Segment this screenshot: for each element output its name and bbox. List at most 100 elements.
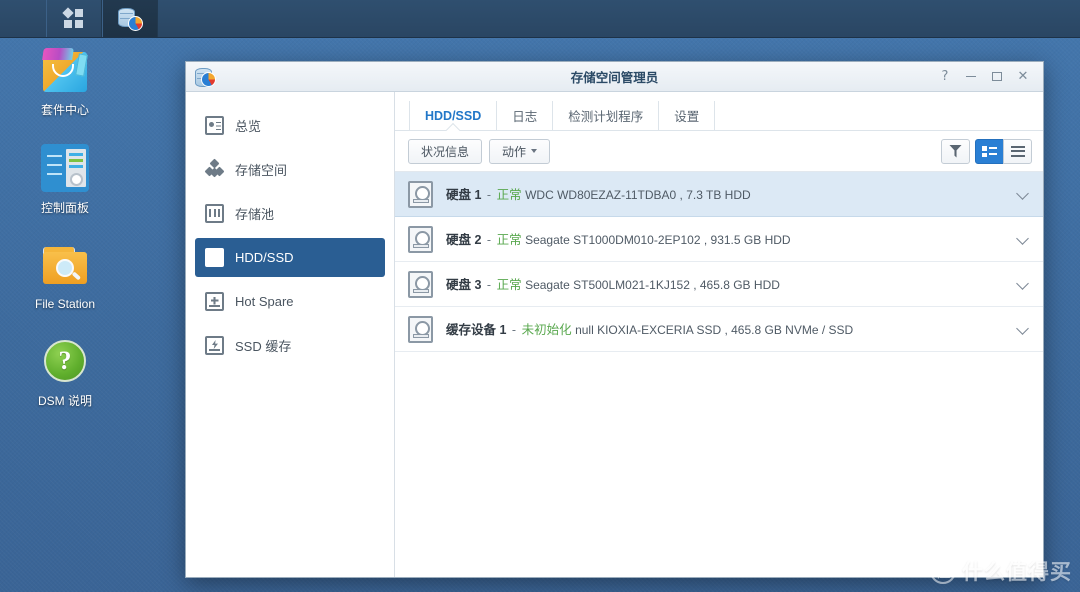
disk-name: 硬盘 1 bbox=[446, 188, 482, 202]
hdd-drive-icon bbox=[408, 180, 433, 208]
action-button[interactable]: 动作 bbox=[489, 138, 551, 164]
chevron-down-icon bbox=[531, 149, 538, 153]
desktop-icon-dsm-help[interactable]: ? DSM 说明 bbox=[0, 337, 130, 409]
chevron-down-icon[interactable] bbox=[1017, 233, 1029, 245]
content-area: HDD/SSD 日志 检测计划程序 设置 状况信息 动作 硬盘 1 - 正常 W… bbox=[395, 92, 1043, 577]
sidebar-item-label: Hot Spare bbox=[235, 294, 294, 309]
taskbar-app-storage-manager[interactable] bbox=[102, 0, 158, 37]
sidebar-item-label: HDD/SSD bbox=[235, 250, 294, 265]
desktop-icon-label: DSM 说明 bbox=[37, 394, 92, 408]
status-badge: 正常 bbox=[496, 278, 522, 292]
health-info-button[interactable]: 状况信息 bbox=[408, 138, 483, 164]
taskbar-left-spacer bbox=[0, 0, 46, 37]
list-compact-icon bbox=[1010, 145, 1025, 157]
maximize-button[interactable] bbox=[985, 66, 1009, 88]
status-badge: 未初始化 bbox=[521, 323, 572, 337]
desktop-icon-list: 套件中心 控制面板 File Station ? DSM 说明 bbox=[0, 46, 130, 435]
action-label: 动作 bbox=[502, 144, 527, 159]
storage-manager-icon bbox=[117, 7, 143, 31]
desktop-icon-label: File Station bbox=[34, 297, 96, 311]
hdd-drive-icon bbox=[408, 270, 433, 298]
disk-title-line: 硬盘 1 - 正常 bbox=[446, 188, 525, 202]
window-titlebar[interactable]: 存储空间管理员 ? ✕ bbox=[186, 62, 1043, 92]
tab-scheduler[interactable]: 检测计划程序 bbox=[553, 101, 660, 130]
taskbar bbox=[0, 0, 1080, 38]
filter-icon bbox=[949, 144, 962, 158]
hotspare-icon bbox=[205, 292, 224, 311]
file-station-icon bbox=[41, 242, 89, 290]
disk-list: 硬盘 1 - 正常 WDC WD80EZAZ-11TDBA0 , 7.3 TB … bbox=[395, 171, 1043, 577]
disk-details: Seagate ST1000DM010-2EP102 , 931.5 GB HD… bbox=[525, 233, 791, 247]
disk-text: 硬盘 3 - 正常 Seagate ST500LM021-1KJ152 , 46… bbox=[446, 274, 1007, 294]
sidebar-item-label: SSD 缓存 bbox=[235, 339, 292, 354]
disk-text: 硬盘 1 - 正常 WDC WD80EZAZ-11TDBA0 , 7.3 TB … bbox=[446, 184, 1007, 204]
desktop-icon-file-station[interactable]: File Station bbox=[0, 242, 130, 311]
table-row[interactable]: 硬盘 2 - 正常 Seagate ST1000DM010-2EP102 , 9… bbox=[395, 217, 1043, 262]
package-center-icon bbox=[41, 46, 89, 94]
table-row[interactable]: 缓存设备 1 - 未初始化 null KIOXIA-EXCERIA SSD , … bbox=[395, 307, 1043, 352]
disk-separator: - bbox=[486, 278, 492, 292]
toolbar-right-group bbox=[941, 138, 1032, 164]
storage-manager-window: 存储空间管理员 ? ✕ 总览 存储空间 存储池 HDD/SSD Hot Spar… bbox=[185, 61, 1044, 578]
hdd-icon bbox=[205, 248, 224, 267]
desktop-icon-label: 套件中心 bbox=[40, 103, 89, 117]
disk-text: 缓存设备 1 - 未初始化 null KIOXIA-EXCERIA SSD , … bbox=[446, 319, 1007, 339]
sidebar: 总览 存储空间 存储池 HDD/SSD Hot Spare SSD 缓存 bbox=[186, 92, 395, 577]
ssd-drive-icon bbox=[408, 315, 433, 343]
control-panel-icon bbox=[41, 144, 89, 192]
disk-separator: - bbox=[486, 233, 492, 247]
tab-bar: HDD/SSD 日志 检测计划程序 设置 bbox=[395, 101, 1043, 131]
sidebar-item-hdd-ssd[interactable]: HDD/SSD bbox=[195, 238, 385, 277]
sidebar-item-ssd-cache[interactable]: SSD 缓存 bbox=[195, 326, 385, 365]
hdd-drive-icon bbox=[408, 225, 433, 253]
disk-title-line: 硬盘 3 - 正常 bbox=[446, 278, 525, 292]
list-detail-icon bbox=[982, 145, 997, 157]
table-row[interactable]: 硬盘 3 - 正常 Seagate ST500LM021-1KJ152 , 46… bbox=[395, 262, 1043, 307]
sidebar-item-label: 总览 bbox=[235, 119, 262, 134]
chevron-down-icon[interactable] bbox=[1017, 278, 1029, 290]
disk-details: Seagate ST500LM021-1KJ152 , 465.8 GB HDD bbox=[525, 278, 780, 292]
window-body: 总览 存储空间 存储池 HDD/SSD Hot Spare SSD 缓存 HDD… bbox=[186, 92, 1043, 577]
minimize-button[interactable] bbox=[959, 66, 983, 88]
status-badge: 正常 bbox=[496, 188, 522, 202]
volume-icon bbox=[204, 158, 225, 179]
toolbar: 状况信息 动作 bbox=[395, 131, 1043, 171]
sidebar-item-label: 存储空间 bbox=[235, 163, 288, 178]
disk-name: 硬盘 3 bbox=[446, 278, 482, 292]
table-row[interactable]: 硬盘 1 - 正常 WDC WD80EZAZ-11TDBA0 , 7.3 TB … bbox=[395, 172, 1043, 217]
close-button[interactable]: ✕ bbox=[1011, 66, 1035, 88]
list-compact-view-button[interactable] bbox=[1003, 138, 1032, 164]
pool-icon bbox=[205, 204, 224, 223]
desktop-icon-package-center[interactable]: 套件中心 bbox=[0, 46, 130, 118]
menu-grid-icon bbox=[62, 6, 85, 30]
disk-name: 缓存设备 1 bbox=[446, 323, 507, 337]
tab-hdd-ssd[interactable]: HDD/SSD bbox=[409, 101, 498, 130]
chevron-down-icon[interactable] bbox=[1017, 323, 1029, 335]
status-badge: 正常 bbox=[496, 233, 522, 247]
disk-title-line: 缓存设备 1 - 未初始化 bbox=[446, 323, 575, 337]
disk-details: WDC WD80EZAZ-11TDBA0 , 7.3 TB HDD bbox=[525, 188, 751, 202]
chevron-down-icon[interactable] bbox=[1017, 188, 1029, 200]
filter-button[interactable] bbox=[941, 138, 970, 164]
health-info-label: 状况信息 bbox=[421, 144, 470, 159]
window-app-icon bbox=[194, 67, 216, 87]
sidebar-item-label: 存储池 bbox=[235, 207, 275, 222]
disk-separator: - bbox=[511, 323, 517, 337]
tab-log[interactable]: 日志 bbox=[497, 101, 554, 130]
window-controls: ? ✕ bbox=[933, 66, 1043, 88]
desktop-icon-control-panel[interactable]: 控制面板 bbox=[0, 144, 130, 216]
sidebar-item-hot-spare[interactable]: Hot Spare bbox=[195, 282, 385, 321]
dsm-help-icon: ? bbox=[41, 337, 89, 385]
disk-title-line: 硬盘 2 - 正常 bbox=[446, 233, 525, 247]
overview-icon bbox=[205, 116, 224, 135]
question-mark-glyph: ? bbox=[44, 340, 86, 382]
sidebar-item-overview[interactable]: 总览 bbox=[195, 106, 385, 145]
main-menu-button[interactable] bbox=[46, 0, 102, 37]
disk-name: 硬盘 2 bbox=[446, 233, 482, 247]
help-button[interactable]: ? bbox=[933, 66, 957, 88]
tab-settings[interactable]: 设置 bbox=[659, 101, 716, 130]
list-detail-view-button[interactable] bbox=[975, 138, 1004, 164]
disk-separator: - bbox=[486, 188, 492, 202]
sidebar-item-storage-pool[interactable]: 存储池 bbox=[195, 194, 385, 233]
sidebar-item-volume[interactable]: 存储空间 bbox=[195, 150, 385, 189]
